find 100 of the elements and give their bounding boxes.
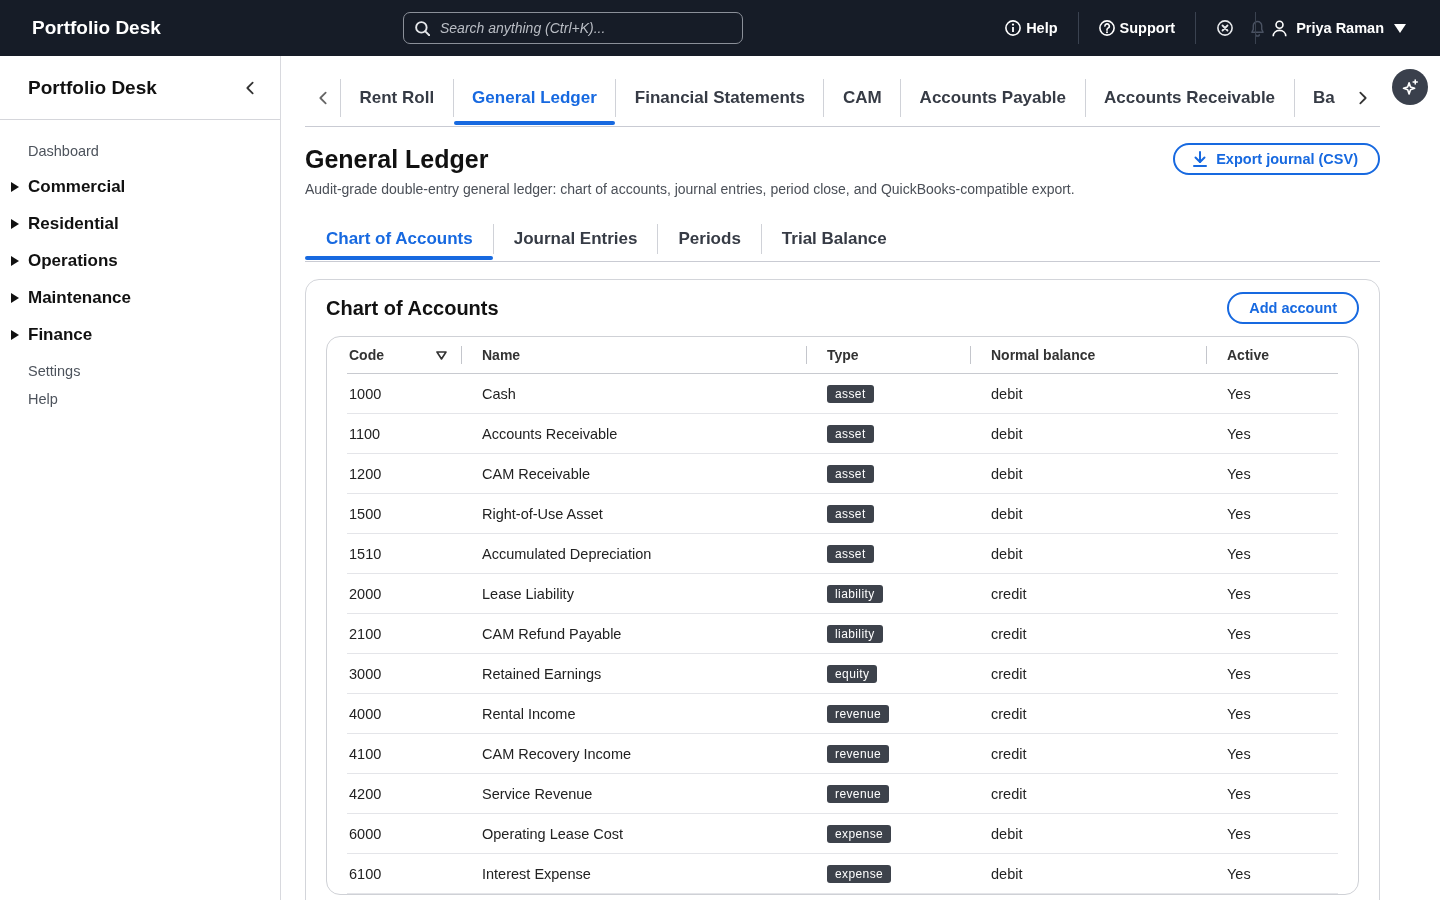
nav-group[interactable]: Maintenance	[0, 279, 131, 317]
help-icon	[1098, 20, 1115, 36]
table-cell: Retained Earnings	[482, 665, 602, 682]
table-cell: credit	[991, 625, 1027, 642]
type-badge: liability	[827, 624, 883, 643]
nav-link[interactable]: Dashboard	[0, 137, 99, 165]
table-cell: 6000	[349, 825, 382, 842]
table-cell: Yes	[1227, 865, 1251, 882]
table-cell: Yes	[1227, 665, 1251, 682]
header-link[interactable]: Help	[985, 20, 1078, 36]
tab[interactable]: Financial Statements	[616, 70, 824, 126]
bell-icon	[1250, 19, 1266, 37]
table-cell: debit	[991, 465, 1023, 482]
table-cell: 1000	[349, 385, 382, 402]
table-cell: credit	[991, 665, 1027, 682]
table-cell: Yes	[1227, 825, 1251, 842]
user-menu[interactable]: Priya Raman	[1272, 19, 1406, 37]
header-link[interactable]: Support	[1078, 20, 1196, 36]
close-icon	[1217, 20, 1234, 36]
table-cell: Right-of-Use Asset	[482, 505, 603, 522]
tab[interactable]: Periods	[658, 216, 761, 261]
search-field[interactable]: Search anything (Ctrl+K)...	[403, 12, 743, 44]
page-description: Audit-grade double-entry general ledger: chart of accounts, journal entries, period close, and QuickBooks-compatible export.	[305, 180, 1075, 199]
table-cell: 3000	[349, 665, 382, 682]
table-cell: Accounts Receivable	[482, 425, 618, 442]
table-cell: debit	[991, 865, 1023, 882]
type-badge: expense	[827, 824, 892, 843]
table-cell: Yes	[1227, 385, 1251, 402]
tab[interactable]: Ba	[1294, 70, 1335, 126]
sparkle-icon	[1401, 78, 1419, 96]
column-header[interactable]: Active	[1227, 347, 1270, 363]
table-cell: credit	[991, 785, 1027, 802]
table-cell: Yes	[1227, 505, 1251, 522]
type-badge: equity	[827, 664, 878, 683]
table-cell: 1510	[349, 545, 382, 562]
type-badge: revenue	[827, 704, 890, 723]
column-header[interactable]: Type	[827, 347, 859, 363]
table-cell: 4200	[349, 785, 382, 802]
tab[interactable]: Accounts Payable	[901, 70, 1085, 126]
table-cell: Yes	[1227, 585, 1251, 602]
table-cell: credit	[991, 745, 1027, 762]
table-cell: Accumulated Depreciation	[482, 545, 652, 562]
table-cell: 4100	[349, 745, 382, 762]
table-cell: CAM Receivable	[482, 465, 590, 482]
card-title: Chart of Accounts	[326, 296, 499, 320]
table-cell: 6100	[349, 865, 382, 882]
export-button[interactable]: Export journal (CSV)	[1173, 143, 1380, 175]
column-header[interactable]: Name	[482, 347, 521, 363]
tab[interactable]: CAM	[824, 70, 901, 126]
table-cell: Rental Income	[482, 705, 576, 722]
nav-link[interactable]: Help	[0, 385, 58, 413]
type-badge: asset	[827, 544, 874, 563]
type-badge: revenue	[827, 784, 890, 803]
clear-button[interactable]	[1217, 20, 1234, 36]
nav-group[interactable]: Operations	[0, 242, 118, 280]
nav-group[interactable]: Finance	[0, 316, 93, 354]
table-cell: Yes	[1227, 425, 1251, 442]
table-cell: Yes	[1227, 785, 1251, 802]
table-cell: debit	[991, 505, 1023, 522]
table-cell: 1100	[349, 425, 381, 442]
table-cell: Yes	[1227, 705, 1251, 722]
table-cell: Yes	[1227, 625, 1251, 642]
type-badge: asset	[827, 464, 874, 483]
type-badge: liability	[827, 584, 883, 603]
table-cell: Operating Lease Cost	[482, 825, 624, 842]
tab[interactable]: Accounts Receivable	[1085, 70, 1294, 126]
app-title: Portfolio Desk	[32, 17, 162, 39]
assistant-button[interactable]	[1392, 69, 1428, 105]
table-cell: Yes	[1227, 545, 1251, 562]
type-badge: expense	[827, 864, 892, 883]
tab[interactable]: General Ledger	[453, 70, 616, 126]
tab[interactable]: Chart of Accounts	[305, 216, 493, 261]
tab[interactable]: Journal Entries	[493, 216, 658, 261]
nav-group[interactable]: Commercial	[0, 168, 126, 206]
table-cell: Yes	[1227, 745, 1251, 762]
chevron-left-icon	[246, 80, 254, 95]
table-cell: debit	[991, 825, 1023, 842]
table-cell: Interest Expense	[482, 865, 591, 882]
nav-group[interactable]: Residential	[0, 205, 119, 243]
table-cell: debit	[991, 425, 1023, 442]
add-account-button[interactable]: Add account	[1227, 292, 1359, 324]
table-cell: credit	[991, 705, 1027, 722]
sidebar-title: Portfolio Desk	[28, 76, 157, 99]
table-cell: Cash	[482, 385, 516, 402]
tab[interactable]: Trial Balance	[761, 216, 907, 261]
column-header[interactable]: Normal balance	[991, 347, 1096, 363]
search-icon	[415, 20, 430, 36]
type-badge: asset	[827, 504, 874, 523]
table-cell: Service Revenue	[482, 785, 593, 802]
table-cell: credit	[991, 585, 1027, 602]
column-header[interactable]: Code	[349, 347, 384, 363]
table-cell: debit	[991, 385, 1023, 402]
tab[interactable]: Rent Roll	[341, 70, 453, 126]
nav-link[interactable]: Settings	[0, 357, 81, 385]
user-icon	[1272, 19, 1288, 37]
table-cell: 2000	[349, 585, 382, 602]
chevron-right-icon	[1358, 91, 1367, 105]
page-title: General Ledger	[305, 144, 490, 175]
type-badge: asset	[827, 424, 874, 443]
caret-down-icon	[1394, 23, 1406, 33]
